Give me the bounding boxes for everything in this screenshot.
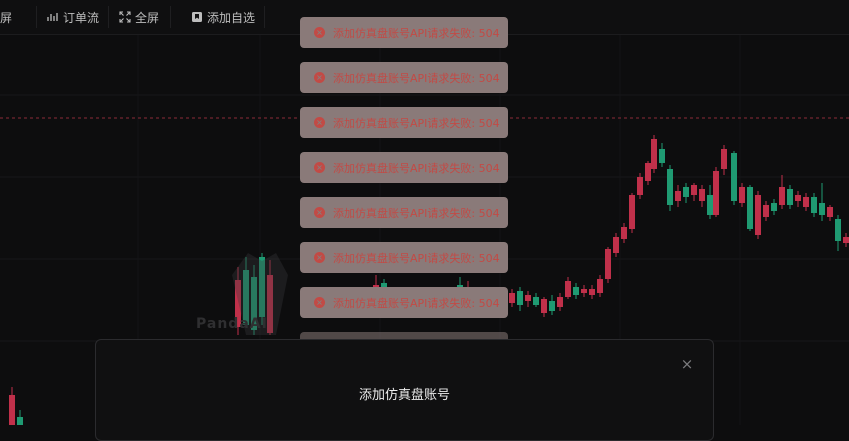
candle (581, 285, 587, 297)
error-toast: × 添加仿真盘账号API请求失败: 504 (300, 107, 508, 138)
error-icon: × (314, 162, 325, 173)
candle (763, 201, 769, 221)
candle (771, 199, 777, 215)
error-toast: × 添加仿真盘账号API请求失败: 504 (300, 62, 508, 93)
candle (517, 287, 523, 311)
error-icon: × (314, 297, 325, 308)
error-icon: × (314, 252, 325, 263)
candle (699, 185, 705, 207)
candle (645, 161, 651, 185)
toolbar-item-label: 订单流 (63, 10, 100, 25)
toolbar-item-order-flow[interactable]: 订单流 (47, 0, 99, 34)
candle (589, 285, 595, 299)
candle (667, 165, 673, 211)
candle (803, 193, 809, 211)
candle (795, 191, 801, 207)
error-toast: × 添加仿真盘账号API请求失败: 504 (300, 152, 508, 183)
candle (557, 293, 563, 311)
candle (835, 215, 841, 251)
candle (525, 291, 531, 307)
candle (629, 193, 635, 233)
toolbar-item-label: 屏 (0, 10, 13, 25)
error-icon: × (314, 27, 325, 38)
candle (565, 277, 571, 299)
toolbar-divider (108, 6, 109, 28)
toast-message: 添加仿真盘账号API请求失败: 504 (333, 206, 500, 220)
candle (597, 275, 603, 297)
candle (731, 151, 737, 205)
candle (747, 185, 753, 231)
error-toast: × 添加仿真盘账号API请求失败: 504 (300, 287, 508, 318)
toolbar-item-label: 添加自选 (207, 10, 256, 25)
candle (787, 185, 793, 209)
toolbar-item-label: 全屏 (135, 10, 160, 25)
toast-message: 添加仿真盘账号API请求失败: 504 (333, 26, 500, 40)
add-sim-account-dialog: × 添加仿真盘账号 (95, 339, 714, 441)
candle (827, 205, 833, 221)
candle (651, 135, 657, 173)
error-toast: × 添加仿真盘账号API请求失败: 504 (300, 242, 508, 273)
toast-message: 添加仿真盘账号API请求失败: 504 (333, 251, 500, 265)
toolbar-item-add-watchlist[interactable]: 添加自选 (191, 0, 255, 34)
candle (721, 145, 727, 175)
bookmark-icon (192, 12, 202, 22)
candle (509, 289, 515, 307)
candle (9, 387, 15, 425)
toolbar-divider (170, 6, 171, 28)
toast-message: 添加仿真盘账号API请求失败: 504 (333, 116, 500, 130)
candle (621, 223, 627, 243)
toolbar-item-fullscreen[interactable]: 全屏 (119, 0, 159, 34)
error-icon: × (314, 72, 325, 83)
candle (779, 175, 785, 209)
candle (819, 183, 825, 221)
error-icon: × (314, 207, 325, 218)
candle (17, 410, 23, 425)
close-icon[interactable]: × (679, 356, 695, 372)
watermark-text: PandaAI (196, 316, 268, 332)
error-toast: × 添加仿真盘账号API请求失败: 504 (300, 17, 508, 48)
candle (533, 293, 539, 307)
toast-message: 添加仿真盘账号API请求失败: 504 (333, 161, 500, 175)
error-toast: × 添加仿真盘账号API请求失败: 504 (300, 197, 508, 228)
candle (605, 247, 611, 283)
toolbar-divider (264, 6, 265, 28)
candle (659, 143, 665, 167)
candle (549, 295, 555, 315)
error-icon: × (314, 117, 325, 128)
candle (843, 233, 849, 247)
candle (683, 183, 689, 203)
candle (541, 297, 547, 317)
dialog-title: 添加仿真盘账号 (358, 388, 450, 403)
candle (713, 167, 719, 217)
candle (755, 191, 761, 239)
toolbar-item-screen[interactable]: 屏 (0, 0, 12, 34)
toast-message: 添加仿真盘账号API请求失败: 504 (333, 71, 500, 85)
candle (707, 185, 713, 219)
order-flow-icon (47, 13, 58, 21)
candle (811, 193, 817, 217)
candle (691, 183, 697, 201)
candle (613, 233, 619, 257)
candle (675, 185, 681, 207)
toast-message: 添加仿真盘账号API请求失败: 504 (333, 296, 500, 310)
fullscreen-icon (119, 11, 131, 23)
toolbar-divider (36, 6, 37, 28)
candle (573, 283, 579, 299)
